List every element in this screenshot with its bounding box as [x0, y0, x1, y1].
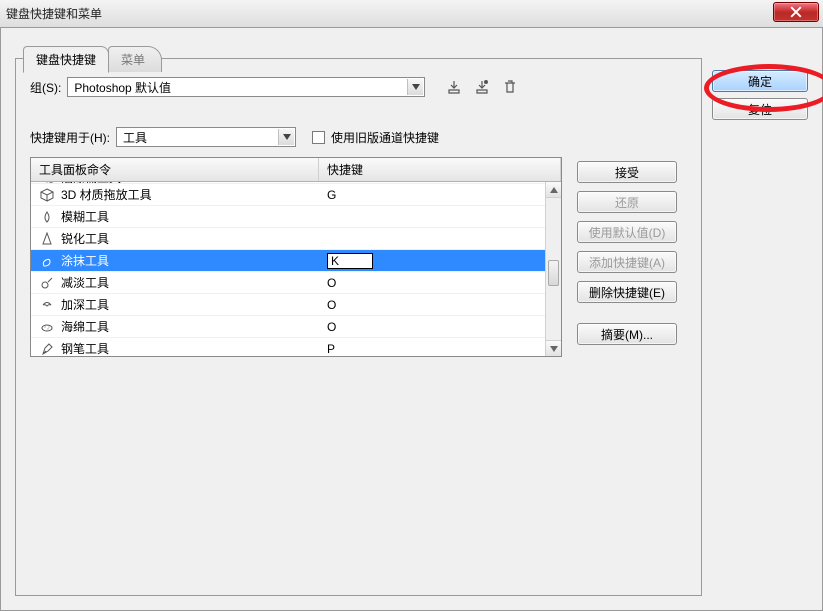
- sponge-icon: [39, 319, 55, 335]
- dodge-icon: [39, 275, 55, 291]
- shortcut-value: G: [327, 188, 336, 202]
- set-dropdown[interactable]: Photoshop 默认值: [67, 77, 425, 97]
- accept-button[interactable]: 接受: [577, 161, 677, 183]
- save-set-button[interactable]: [443, 77, 465, 97]
- close-icon: [790, 6, 802, 18]
- pen-icon: [39, 341, 55, 357]
- tool-name: 3D 材质拖放工具: [61, 186, 152, 203]
- tab-keyboard-shortcuts[interactable]: 键盘快捷键: [23, 46, 109, 73]
- shortcuts-for-dropdown[interactable]: 工具: [116, 127, 296, 147]
- tool-name: 涂抹工具: [61, 252, 109, 269]
- shortcuts-for-value: 工具: [123, 129, 147, 146]
- chevron-down-icon: [278, 129, 294, 145]
- tool-name: 锐化工具: [61, 230, 109, 247]
- ok-button[interactable]: 确定: [712, 70, 808, 92]
- tabs: 键盘快捷键 菜单: [23, 44, 161, 72]
- dialog-body: 确定 复位 键盘快捷键 菜单 组(S): Photoshop 默认值: [0, 28, 823, 611]
- chevron-down-icon: [407, 79, 423, 95]
- shortcut-value: P: [327, 342, 335, 356]
- cube-icon: [39, 187, 55, 203]
- table-row[interactable]: 加深工具 O: [31, 294, 545, 316]
- burn-icon: [39, 297, 55, 313]
- table-row[interactable]: 锐化工具: [31, 228, 545, 250]
- delete-shortcut-button[interactable]: 删除快捷键(E): [577, 281, 677, 303]
- tab-menus[interactable]: 菜单: [108, 46, 162, 72]
- sharpen-icon: [39, 231, 55, 247]
- tool-name: 加深工具: [61, 296, 109, 313]
- table-side-buttons: 接受 还原 使用默认值(D) 添加快捷键(A) 删除快捷键(E) 摘要(M)..…: [577, 161, 677, 345]
- reset-button[interactable]: 复位: [712, 98, 808, 120]
- scroll-up-button[interactable]: [546, 182, 561, 198]
- header-command: 工具面板命令: [31, 158, 319, 181]
- set-dropdown-value: Photoshop 默认值: [74, 79, 171, 96]
- shortcut-value: O: [327, 298, 336, 312]
- shortcut-value: O: [327, 276, 336, 290]
- tool-name: 模糊工具: [61, 208, 109, 225]
- shortcuts-for-label: 快捷键用于(H):: [30, 129, 110, 146]
- scrollbar-thumb[interactable]: [548, 260, 559, 286]
- table-row[interactable]: 海绵工具 O: [31, 316, 545, 338]
- header-shortcut: 快捷键: [319, 158, 561, 181]
- tool-name: 减淡工具: [61, 274, 109, 291]
- window-title: 键盘快捷键和菜单: [6, 5, 102, 22]
- table-row[interactable]: 3D 材质拖放工具 G: [31, 184, 545, 206]
- shortcuts-table: 工具面板命令 快捷键 油漆桶工具G3D 材质拖放工具G模糊工具锐化工具涂抹工具减…: [30, 157, 562, 357]
- legacy-channel-label: 使用旧版通道快捷键: [331, 129, 439, 146]
- set-label: 组(S):: [30, 79, 61, 96]
- save-icon: [446, 79, 462, 95]
- save-as-icon: [474, 79, 490, 95]
- table-header: 工具面板命令 快捷键: [31, 158, 561, 182]
- table-body: 油漆桶工具G3D 材质拖放工具G模糊工具锐化工具涂抹工具减淡工具O加深工具O海绵…: [31, 182, 561, 356]
- set-row: 组(S): Photoshop 默认值: [30, 77, 687, 97]
- scroll-down-button[interactable]: [546, 340, 561, 356]
- tool-name: 钢笔工具: [61, 340, 109, 356]
- delete-set-button[interactable]: [499, 77, 521, 97]
- main-pane: 组(S): Photoshop 默认值 快捷键用于(H):: [15, 58, 702, 596]
- tool-name: 海绵工具: [61, 318, 109, 335]
- table-row[interactable]: 减淡工具 O: [31, 272, 545, 294]
- shortcuts-for-row: 快捷键用于(H): 工具 使用旧版通道快捷键: [30, 127, 687, 147]
- close-button[interactable]: [773, 2, 819, 22]
- table-row[interactable]: 模糊工具: [31, 206, 545, 228]
- dialog-right-buttons: 确定 复位: [712, 70, 808, 120]
- drop-icon: [39, 209, 55, 225]
- undo-button[interactable]: 还原: [577, 191, 677, 213]
- shortcut-edit-input[interactable]: [327, 253, 373, 269]
- trash-icon: [503, 79, 517, 95]
- summary-button[interactable]: 摘要(M)...: [577, 323, 677, 345]
- use-default-button[interactable]: 使用默认值(D): [577, 221, 677, 243]
- shortcut-value: O: [327, 320, 336, 334]
- add-shortcut-button[interactable]: 添加快捷键(A): [577, 251, 677, 273]
- table-row[interactable]: 钢笔工具 P: [31, 338, 545, 356]
- scrollbar[interactable]: [545, 182, 561, 356]
- titlebar: 键盘快捷键和菜单: [0, 0, 823, 28]
- save-as-set-button[interactable]: [471, 77, 493, 97]
- legacy-channel-checkbox[interactable]: [312, 131, 325, 144]
- table-row[interactable]: 涂抹工具: [31, 250, 545, 272]
- smudge-icon: [39, 253, 55, 269]
